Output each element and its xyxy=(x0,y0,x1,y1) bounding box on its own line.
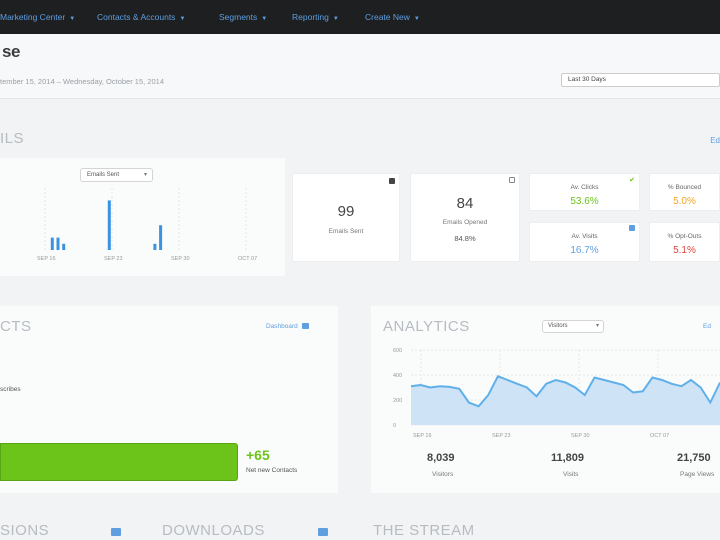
x-tick-label: SEP 23 xyxy=(492,433,511,439)
analytics-metric-select[interactable]: Visitors ▾ xyxy=(542,320,604,333)
rate-value-optouts: 5.1% xyxy=(673,245,696,256)
net-contacts-delta: +65 xyxy=(246,447,270,463)
analytics-title: ANALYTICS xyxy=(383,318,470,335)
rate-card-visits[interactable]: Av. Visits 16.7% xyxy=(529,222,640,262)
nav-reporting[interactable]: Reporting ▼ xyxy=(292,12,339,22)
email-bar xyxy=(153,243,157,250)
emails-sent-label: Emails Sent xyxy=(328,228,364,235)
downloads-chart-icon[interactable] xyxy=(318,528,328,536)
nav-segments-label: Segments xyxy=(219,12,258,22)
x-tick-label: OCT 07 xyxy=(650,433,669,439)
envelope-icon xyxy=(389,178,395,184)
nav-marketing-center[interactable]: Marketing Center ▼ xyxy=(0,12,75,22)
date-range: tember 15, 2014 – Wednesday, October 15,… xyxy=(0,77,164,86)
nav-create-new-label: Create New xyxy=(365,12,410,22)
rate-label-visits: Av. Visits xyxy=(571,233,598,240)
contacts-dashboard-link[interactable]: Dashboard xyxy=(266,323,309,330)
chevron-down-icon: ▼ xyxy=(69,16,76,22)
email-bar xyxy=(50,237,54,250)
chevron-down-icon: ▼ xyxy=(332,16,339,22)
x-tick-label: SEP 30 xyxy=(171,256,190,262)
stream-title: THE STREAM xyxy=(373,522,475,539)
emails-sent-card[interactable]: 99 Emails Sent xyxy=(292,173,400,262)
metric-visitors-label: Visitors xyxy=(432,471,454,478)
metric-visits-label: Visits xyxy=(563,471,579,478)
subscribers-label: scribes xyxy=(0,386,21,393)
metric-pageviews-value: 21,750 xyxy=(677,452,711,464)
email-metric-select-value: Emails Sent xyxy=(87,172,120,178)
nav-create-new[interactable]: Create New ▼ xyxy=(365,12,420,22)
envelope-open-icon xyxy=(509,177,515,183)
visits-icon xyxy=(629,225,635,231)
rate-card-optouts[interactable]: % Opt-Outs 5.1% xyxy=(649,222,720,262)
page-title: se xyxy=(2,42,20,61)
email-metric-select[interactable]: Emails Sent ▾ xyxy=(80,168,153,182)
emails-opened-label: Emails Opened xyxy=(442,219,488,226)
y-tick-label: 0 xyxy=(393,423,396,429)
x-tick-label: OCT 07 xyxy=(238,256,257,262)
rate-card-bounced[interactable]: % Bounced 5.0% xyxy=(649,173,720,211)
net-contacts-bar xyxy=(0,443,238,481)
conversions-title: SIONS xyxy=(0,522,50,539)
chevron-down-icon: ▼ xyxy=(261,16,268,22)
emails-sent-value: 99 xyxy=(337,203,355,220)
analytics-metric-select-value: Visitors xyxy=(548,323,568,329)
chevron-down-icon: ▼ xyxy=(179,16,186,22)
emails-opened-pct: 84.8% xyxy=(454,234,476,243)
y-tick-label: 200 xyxy=(393,398,402,404)
rate-label-clicks: Av. Clicks xyxy=(570,184,599,191)
chevron-down-icon: ▾ xyxy=(595,323,599,329)
analytics-edit-link[interactable]: Ed xyxy=(703,323,711,330)
rate-value-visits: 16.7% xyxy=(570,245,599,256)
contacts-dashboard-link-label: Dashboard xyxy=(266,323,298,330)
nav-contacts-label: Contacts & Accounts xyxy=(97,12,176,22)
email-bar xyxy=(62,243,66,250)
email-bar xyxy=(107,200,111,250)
rate-label-bounced: % Bounced xyxy=(667,184,702,191)
x-tick-label: SEP 16 xyxy=(413,433,432,439)
rate-label-optouts: % Opt-Outs xyxy=(667,233,702,240)
rate-value-bounced: 5.0% xyxy=(673,196,696,207)
contacts-title: CTS xyxy=(0,318,32,335)
nav-segments[interactable]: Segments ▼ xyxy=(219,12,267,22)
nav-marketing-center-label: Marketing Center xyxy=(0,12,66,22)
emails-section-title: ILS xyxy=(0,130,25,147)
conversions-chart-icon[interactable] xyxy=(111,528,121,536)
checkmark-icon: ✔ xyxy=(629,177,635,184)
top-nav: Marketing Center ▼ Contacts & Accounts ▼ S… xyxy=(0,0,720,34)
net-contacts-label: Net new Contacts xyxy=(246,467,298,474)
y-tick-label: 600 xyxy=(393,348,402,354)
nav-contacts-accounts[interactable]: Contacts & Accounts ▼ xyxy=(97,12,185,22)
metric-visits-value: 11,809 xyxy=(551,452,585,464)
chevron-down-icon: ▼ xyxy=(413,16,420,22)
y-tick-label: 400 xyxy=(393,373,402,379)
x-tick-label: SEP 16 xyxy=(37,256,56,262)
nav-reporting-label: Reporting xyxy=(292,12,329,22)
email-bar xyxy=(159,225,163,250)
dashboard-icon xyxy=(301,323,309,330)
page-header: se tember 15, 2014 – Wednesday, October … xyxy=(0,34,720,99)
chevron-down-icon: ▾ xyxy=(143,172,147,178)
analytics-area-chart: 600 400 200 0 SEP 16 SEP 23 SEP 30 OCT 07 xyxy=(393,348,720,439)
downloads-title: DOWNLOADS xyxy=(162,522,265,539)
metric-pageviews-label: Page Views xyxy=(680,471,715,478)
emails-edit-link[interactable]: Ed xyxy=(710,136,720,145)
emails-opened-card[interactable]: 84 Emails Opened 84.8% xyxy=(410,173,520,262)
date-range-select[interactable]: Last 30 Days xyxy=(561,73,720,87)
emails-opened-value: 84 xyxy=(456,195,474,212)
email-bar xyxy=(56,237,60,250)
x-tick-label: SEP 30 xyxy=(571,433,590,439)
x-tick-label: SEP 23 xyxy=(104,256,123,262)
rate-value-clicks: 53.6% xyxy=(570,196,599,207)
rate-card-clicks[interactable]: ✔ Av. Clicks 53.6% xyxy=(529,173,640,211)
metric-visitors-value: 8,039 xyxy=(427,452,455,464)
